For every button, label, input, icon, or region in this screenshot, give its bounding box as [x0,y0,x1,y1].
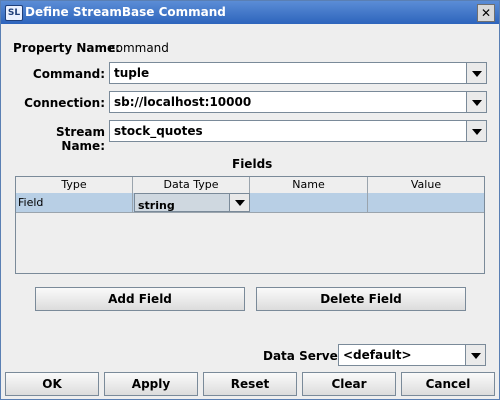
cell-data-type[interactable]: string [133,193,250,212]
stream-name-label: Stream Name: [55,125,105,153]
cancel-button[interactable]: Cancel [401,372,495,396]
apply-button[interactable]: Apply [104,372,198,396]
stream-name-value: stock_quotes [114,124,203,138]
window-title: Define StreamBase Command [25,5,226,19]
cell-value[interactable] [368,193,484,212]
fields-section-title: Fields [232,157,273,171]
column-header-data-type[interactable]: Data Type [133,177,250,193]
fields-table[interactable]: Type Data Type Name Value Field string [15,176,485,274]
column-header-type[interactable]: Type [16,177,133,193]
chevron-down-icon[interactable] [466,92,486,112]
chevron-down-icon[interactable] [465,345,485,365]
stream-name-combobox[interactable]: stock_quotes [109,120,487,142]
close-button[interactable]: ✕ [477,4,495,22]
add-field-button[interactable]: Add Field [35,287,245,311]
table-row[interactable]: Field string [16,193,484,213]
column-header-value[interactable]: Value [368,177,484,193]
data-server-label: Data Server: [263,349,349,363]
connection-combobox[interactable]: sb://localhost:10000 [109,91,487,113]
property-name-label: Property Name: [13,41,120,55]
clear-button[interactable]: Clear [302,372,396,396]
data-type-combobox[interactable]: string [134,193,250,212]
delete-field-button[interactable]: Delete Field [256,287,466,311]
cell-type[interactable]: Field [16,193,133,212]
data-type-value: string [138,199,175,212]
chevron-down-icon[interactable] [229,194,249,211]
define-streambase-command-dialog: SL Define StreamBase Command ✕ Property … [0,0,500,400]
title-bar: SL Define StreamBase Command ✕ [1,1,499,24]
connection-value: sb://localhost:10000 [114,95,252,109]
app-icon: SL [5,5,23,21]
command-value: tuple [114,66,150,80]
data-server-value: <default> [343,348,412,362]
ok-button[interactable]: OK [5,372,99,396]
chevron-down-icon[interactable] [466,63,486,83]
command-combobox[interactable]: tuple [109,62,487,84]
reset-button[interactable]: Reset [203,372,297,396]
cell-name[interactable] [250,193,368,212]
chevron-down-icon[interactable] [466,121,486,141]
command-label: Command: [32,67,105,81]
table-header: Type Data Type Name Value [16,177,484,194]
property-name-value: command [109,41,169,55]
column-header-name[interactable]: Name [250,177,368,193]
data-server-combobox[interactable]: <default> [338,344,486,366]
connection-label: Connection: [24,96,105,110]
